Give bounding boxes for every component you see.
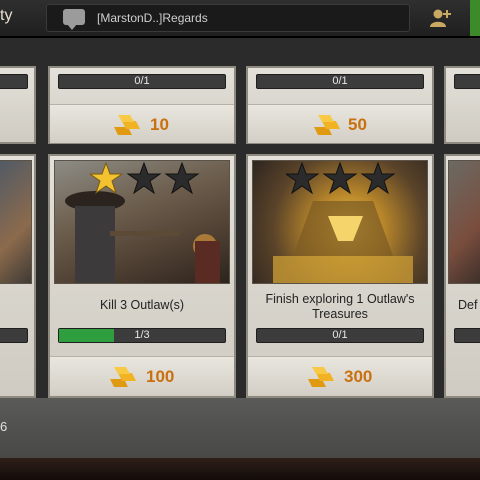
reward-row: 10: [50, 104, 234, 143]
task-card[interactable]: 0/1 50: [246, 66, 434, 144]
task-card[interactable]: Kill 3 Outlaw(s) 1/3 100: [48, 154, 236, 398]
star-icon: [164, 162, 200, 195]
top-bar: ty [MarstonD..]Regards: [0, 0, 480, 38]
star-icon: [90, 162, 124, 195]
reward-amount: 10: [150, 115, 169, 134]
reward-row: 300: [248, 356, 432, 395]
reward-amount: 300: [344, 367, 373, 386]
task-artwork: [0, 160, 32, 284]
footer-background: [0, 458, 480, 480]
task-artwork: [448, 160, 480, 284]
gold-bars-icon: [308, 367, 334, 387]
star-icon: [126, 162, 162, 195]
bottom-info-bar: 6: [0, 398, 480, 458]
task-card[interactable]: Finish exploring 1 Outlaw's Treasures 0/…: [246, 154, 434, 398]
star-rating: [90, 162, 200, 195]
task-card[interactable]: Def: [444, 154, 480, 398]
star-icon: [322, 162, 358, 195]
chat-bubble-icon: [63, 9, 85, 30]
task-card[interactable]: 0/1 10: [48, 66, 236, 144]
star-icon: [360, 162, 396, 195]
progress-text: 0/1: [332, 75, 348, 87]
progress-bar: [454, 328, 480, 343]
gold-bars-icon: [114, 115, 140, 135]
chat-message: [MarstonD..]Regards: [97, 11, 208, 25]
task-title: Def: [458, 298, 478, 312]
progress-text: 1/3: [134, 329, 150, 341]
star-icon: [286, 162, 320, 195]
gold-bars-icon: [110, 367, 136, 387]
bottom-info-text: 6: [0, 419, 8, 434]
gold-bars-icon: [314, 115, 340, 135]
task-card[interactable]: [0, 66, 36, 144]
reward-amount: 100: [146, 367, 175, 386]
green-button-edge[interactable]: [470, 0, 480, 36]
progress-bar: [0, 74, 28, 89]
reward-row: 50: [248, 104, 432, 143]
star-rating: [286, 162, 396, 195]
task-card[interactable]: [0, 154, 36, 398]
progress-bar: 0/1: [58, 74, 226, 89]
task-panel: 0/1 10 0/1 50 Kill 3 Outlaw(s) 1/3 100 F…: [0, 38, 480, 398]
progress-bar: [454, 74, 480, 89]
progress-bar: 1/3: [58, 328, 226, 343]
progress-bar: 0/1: [256, 74, 424, 89]
progress-text: 0/1: [134, 75, 150, 87]
reward-row: 100: [50, 356, 234, 395]
task-title: Kill 3 Outlaw(s): [99, 298, 185, 312]
progress-bar: 0/1: [256, 328, 424, 343]
page-title-fragment: ty: [0, 7, 13, 24]
task-title: Finish exploring 1 Outlaw's Treasures: [265, 292, 415, 321]
task-card[interactable]: [444, 66, 480, 144]
chat-preview[interactable]: [MarstonD..]Regards: [46, 4, 410, 32]
progress-bar: [0, 328, 28, 343]
add-friend-icon[interactable]: [428, 8, 452, 28]
progress-text: 0/1: [332, 329, 348, 341]
reward-amount: 50: [348, 115, 367, 134]
